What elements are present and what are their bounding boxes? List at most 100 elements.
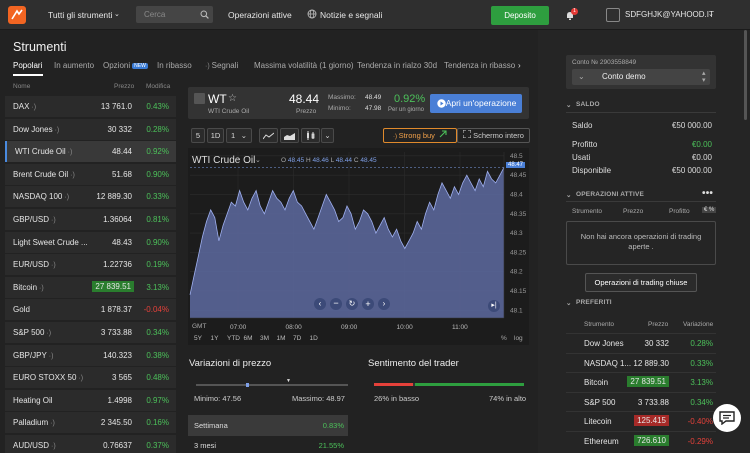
- range-min-label: Minimo: 47.56: [194, 394, 242, 403]
- instrument-row[interactable]: GBP/USD ·) 1.36064 0.81%: [5, 209, 176, 230]
- favorite-row[interactable]: Ethereum 726.610 -0.29%: [566, 430, 716, 450]
- instrument-name: WTI Crude Oil ·): [15, 147, 73, 157]
- signal-icon: ·): [205, 63, 212, 70]
- sentiment-title: Sentimento del trader: [368, 358, 459, 369]
- instrument-row[interactable]: Heating Oil 1.4998 0.97%: [5, 389, 176, 411]
- collapse-icon[interactable]: ⌄: [566, 299, 572, 307]
- favorite-row[interactable]: S&P 500 3 733.88 0.34%: [566, 391, 716, 411]
- open-trade-button[interactable]: Apri un'operazione: [430, 94, 522, 113]
- price-chart[interactable]: 48.5 48.45 48.4 48.35 48.3 48.25 48.2 48.15 48.1…: [188, 148, 529, 345]
- divider: [566, 201, 716, 202]
- period-button[interactable]: 1Y: [211, 335, 219, 342]
- period-button[interactable]: 7D: [293, 335, 301, 342]
- instrument-row[interactable]: WTI Crude Oil ·) 48.44 0.92%: [5, 141, 176, 163]
- favorite-change: -0.29%: [687, 436, 713, 446]
- reset-icon[interactable]: ↻: [346, 298, 358, 310]
- chevron-down-icon[interactable]: ⌄: [708, 10, 714, 18]
- favorite-row[interactable]: Bitcoin 27 839.51 3.13%: [566, 372, 716, 391]
- area-chart-icon[interactable]: [280, 128, 299, 143]
- fullscreen-button[interactable]: Schermo intero: [457, 128, 530, 143]
- instrument-row[interactable]: EUR/USD ·) 1.22736 0.19%: [5, 254, 176, 276]
- instrument-row[interactable]: Dow Jones ·) 30 332 0.28%: [5, 118, 176, 140]
- log-toggle[interactable]: log: [514, 335, 523, 342]
- chevron-down-icon[interactable]: ⌄: [255, 156, 261, 164]
- instrument-row[interactable]: Gold 1 878.37 -0.04%: [5, 299, 176, 321]
- chevron-left-icon[interactable]: ‹: [314, 298, 326, 310]
- period-button[interactable]: 6M: [244, 335, 253, 342]
- max-value: 48.49: [365, 94, 382, 101]
- favorite-name: Dow Jones: [584, 339, 624, 348]
- instrument-row[interactable]: Light Sweet Crude ... 48.43 0.90%: [5, 231, 176, 253]
- tab-rising[interactable]: In aumento: [54, 61, 94, 70]
- candlestick-icon[interactable]: [301, 128, 320, 143]
- instrument-price: 1.36064: [103, 215, 132, 224]
- instrument-row[interactable]: DAX ·) 13 761.0 0.43%: [5, 96, 176, 117]
- period-button[interactable]: 1D: [310, 335, 318, 342]
- more-options-icon[interactable]: •••: [702, 188, 713, 199]
- tab-falling[interactable]: In ribasso: [157, 61, 192, 70]
- user-email[interactable]: SDFGHJK@YAHOOD.IT: [625, 10, 714, 19]
- chart-canvas[interactable]: 48.5 48.45 48.4 48.35 48.3 48.25 48.2 48.15 48.1…: [188, 148, 529, 345]
- period-button[interactable]: 3M: [260, 335, 269, 342]
- tab-volatility[interactable]: Massima volatilità (1 giorno): [254, 61, 354, 70]
- price-variations-panel: Variazioni di prezzo ▼ Minimo: 47.56 Mas…: [188, 358, 356, 453]
- profit-value: €0.00: [691, 140, 712, 149]
- fav-col-instrument: Strumento: [584, 321, 614, 328]
- search-input[interactable]: Cerca: [136, 6, 213, 23]
- all-instruments-menu[interactable]: Tutti gli strumenti: [48, 10, 112, 20]
- instrument-row[interactable]: GBP/JPY ·) 140.323 0.38%: [5, 344, 176, 366]
- favorite-name: NASDAQ 1...: [584, 358, 632, 368]
- chat-button[interactable]: [713, 404, 741, 432]
- line-chart-icon[interactable]: [259, 128, 278, 143]
- tab-uptrend[interactable]: Tendenza in rialzo 30d: [357, 61, 437, 70]
- favorite-row[interactable]: Dow Jones 30 332 0.28%: [566, 333, 716, 352]
- strong-buy-badge[interactable]: ·) Strong buy: [383, 128, 457, 143]
- instrument-row[interactable]: S&P 500 ·) 3 733.88 0.34%: [5, 322, 176, 343]
- chevron-right-icon[interactable]: ›: [378, 298, 390, 310]
- period-button[interactable]: 1M: [277, 335, 286, 342]
- quantity-select[interactable]: 5: [191, 128, 205, 143]
- instrument-row[interactable]: Brent Crude Oil ·) 51.68 0.90%: [5, 163, 176, 185]
- period-button[interactable]: YTD: [227, 335, 240, 342]
- instrument-change: 0.16%: [146, 418, 169, 428]
- closed-trades-button[interactable]: Operazioni di trading chiuse: [585, 273, 697, 292]
- sentiment-buy-bar: [415, 383, 524, 386]
- logo-icon[interactable]: [8, 6, 26, 24]
- chevron-right-icon[interactable]: ›: [518, 61, 521, 70]
- favorite-row[interactable]: NASDAQ 1... 12 889.30 0.33%: [566, 352, 716, 372]
- collapse-icon[interactable]: ⌄: [566, 101, 572, 109]
- profit-toggle[interactable]: € %: [702, 207, 717, 213]
- tab-downtrend[interactable]: Tendenza in ribasso: [444, 61, 515, 70]
- scrollbar[interactable]: [744, 30, 747, 120]
- news-signals-link[interactable]: Notizie e segnali: [320, 10, 382, 20]
- instrument-row[interactable]: Palladium ·) 2 345.50 0.16%: [5, 412, 176, 434]
- favorite-star-icon[interactable]: ☆: [228, 93, 237, 104]
- instrument-price: 1.22736: [103, 260, 132, 270]
- instrument-row[interactable]: AUD/USD ·) 0.76637 0.37%: [5, 435, 176, 453]
- zoom-out-icon[interactable]: −: [330, 298, 342, 310]
- deposit-button[interactable]: Deposito: [491, 6, 549, 25]
- chevron-down-icon[interactable]: ⌄: [114, 10, 120, 18]
- instrument-row[interactable]: EURO STOXX 50 ·) 3 565 0.48%: [5, 367, 176, 389]
- interval-select[interactable]: 1 ⌄: [226, 128, 252, 143]
- chart-toolbar: 5 1D 1 ⌄ ⌄ ·) Strong buy Schermo intero: [188, 128, 530, 144]
- percent-toggle[interactable]: %: [501, 335, 507, 342]
- tab-popular[interactable]: Popolari: [13, 61, 42, 70]
- avatar[interactable]: [606, 8, 620, 22]
- chevron-down-icon[interactable]: ⌄: [321, 128, 334, 143]
- go-to-live-icon[interactable]: ▸|: [488, 300, 500, 312]
- favorite-row[interactable]: Litecoin 125.415 -0.40%: [566, 411, 716, 430]
- instrument-row[interactable]: NASDAQ 100 ·) 12 889.30 0.33%: [5, 186, 176, 208]
- instrument-price: 2 345.50: [100, 418, 132, 428]
- instrument-row[interactable]: Bitcoin ·) 27 839.51 3.13%: [5, 276, 176, 298]
- tab-signals[interactable]: ·) Segnali: [205, 61, 238, 70]
- collapse-icon[interactable]: ⌄: [566, 191, 572, 199]
- tab-options[interactable]: Opzioni NEW: [103, 61, 148, 70]
- zoom-in-icon[interactable]: +: [362, 298, 374, 310]
- account-card: Conto № 2903558849 ⌄ Conto demo ▴ ▾: [566, 55, 716, 89]
- period-button[interactable]: 5Y: [194, 335, 202, 342]
- account-select[interactable]: ⌄ Conto demo ▴ ▾: [572, 69, 710, 85]
- timeframe-select[interactable]: 1D: [207, 128, 224, 143]
- top-bar: Tutti gli strumenti ⌄ Cerca Operazioni a…: [0, 0, 750, 30]
- active-operations-link[interactable]: Operazioni attive: [228, 10, 292, 20]
